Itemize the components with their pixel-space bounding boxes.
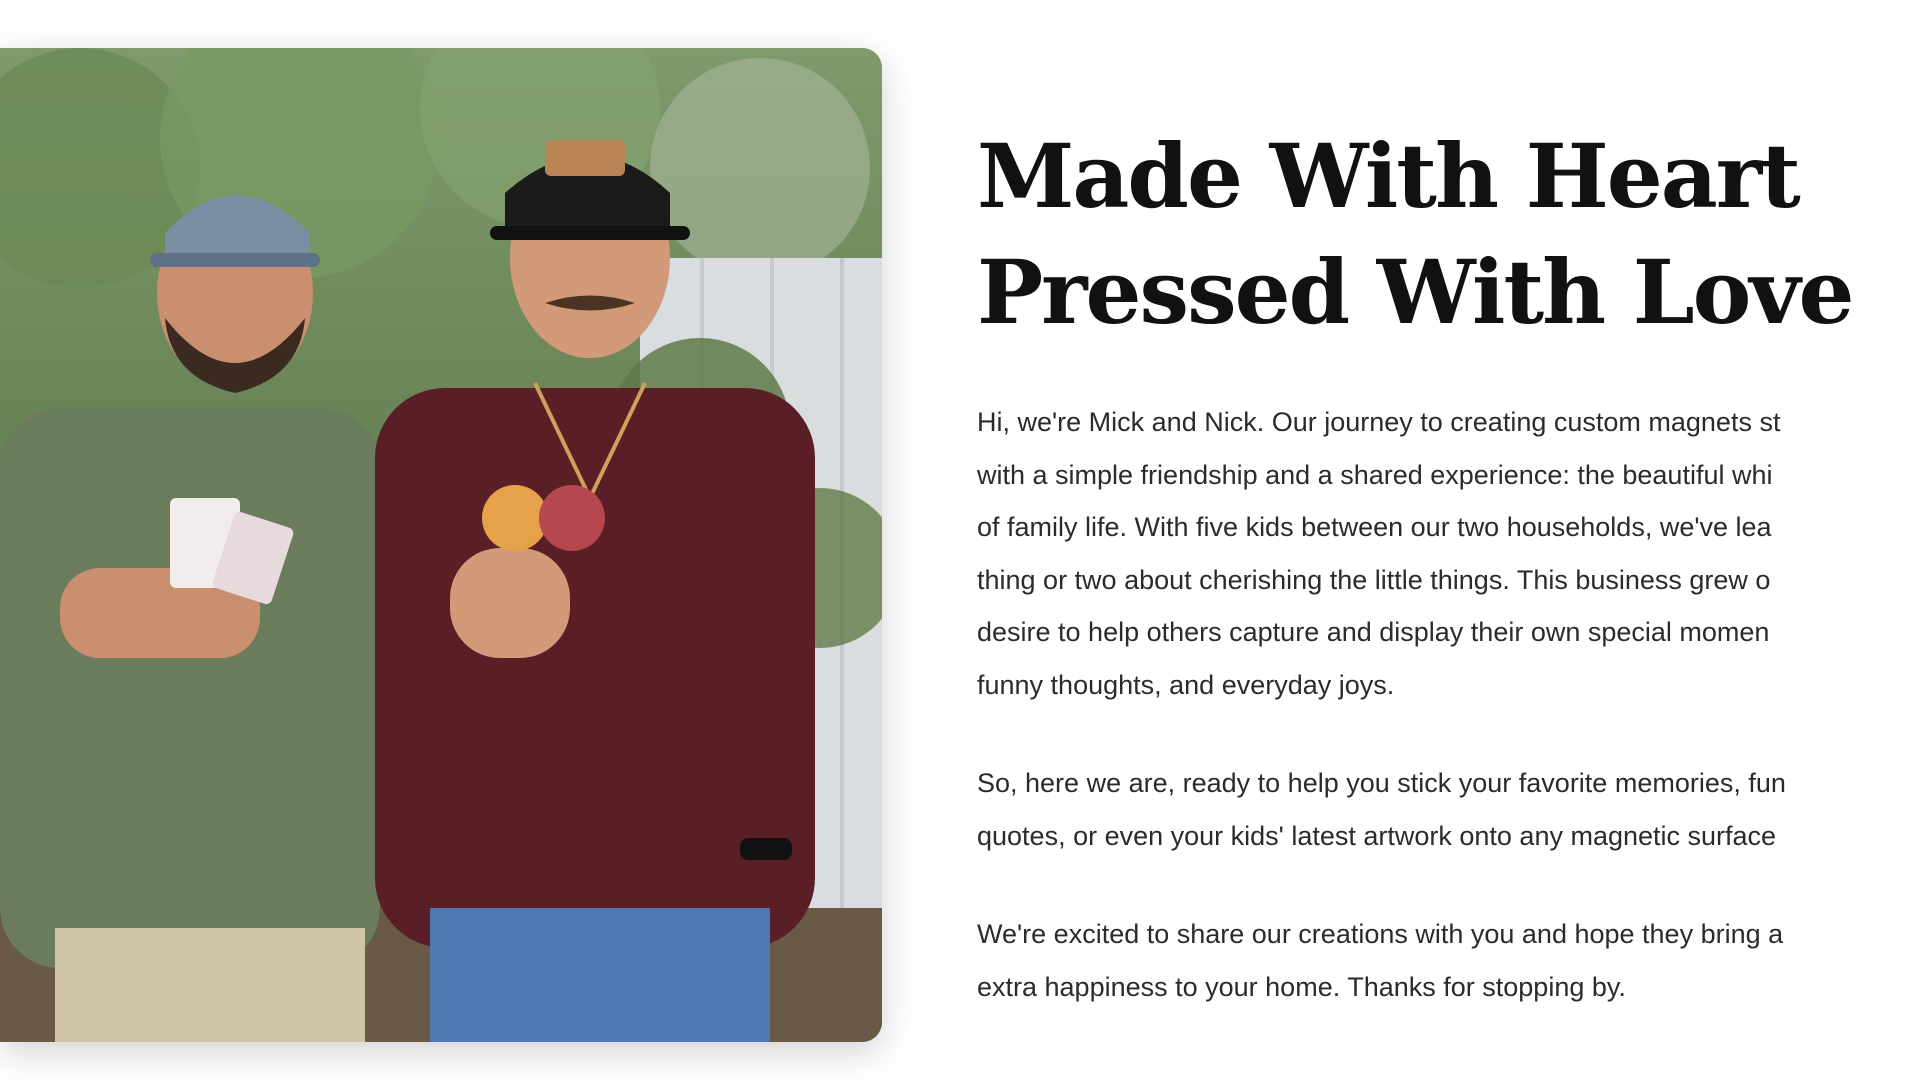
headline-line-1: Made With Heart — [977, 124, 1801, 228]
paragraph-line: of family life. With five kids between o… — [977, 512, 1772, 542]
paragraph-line: thing or two about cherishing the little… — [977, 564, 1771, 595]
paragraph-line: desire to help others capture and displa… — [977, 617, 1770, 647]
about-paragraph-3: We're excited to share our creations wit… — [977, 908, 1920, 1013]
headline-line-2: Pressed With Love — [977, 240, 1854, 344]
about-section: Made With Heart Pressed With Love Hi, we… — [977, 118, 1920, 1018]
about-headline: Made With Heart Pressed With Love — [977, 118, 1920, 350]
founders-photo-illustration — [0, 48, 882, 1042]
about-copy: Hi, we're Mick and Nick. Our journey to … — [977, 396, 1920, 1013]
about-paragraph-1: Hi, we're Mick and Nick. Our journey to … — [977, 396, 1920, 711]
paragraph-line: quotes, or even your kids' latest artwor… — [977, 820, 1777, 851]
founders-photo — [0, 48, 882, 1042]
paragraph-line: with a simple friendship and a shared ex… — [977, 459, 1773, 490]
paragraph-line: We're excited to share our creations wit… — [977, 919, 1784, 949]
about-paragraph-2: So, here we are, ready to help you stick… — [977, 757, 1920, 862]
paragraph-line: extra happiness to your home. Thanks for… — [977, 971, 1626, 1002]
paragraph-line: So, here we are, ready to help you stick… — [977, 768, 1786, 798]
paragraph-line: funny thoughts, and everyday joys. — [977, 669, 1395, 700]
paragraph-line: Hi, we're Mick and Nick. Our journey to … — [977, 407, 1781, 437]
